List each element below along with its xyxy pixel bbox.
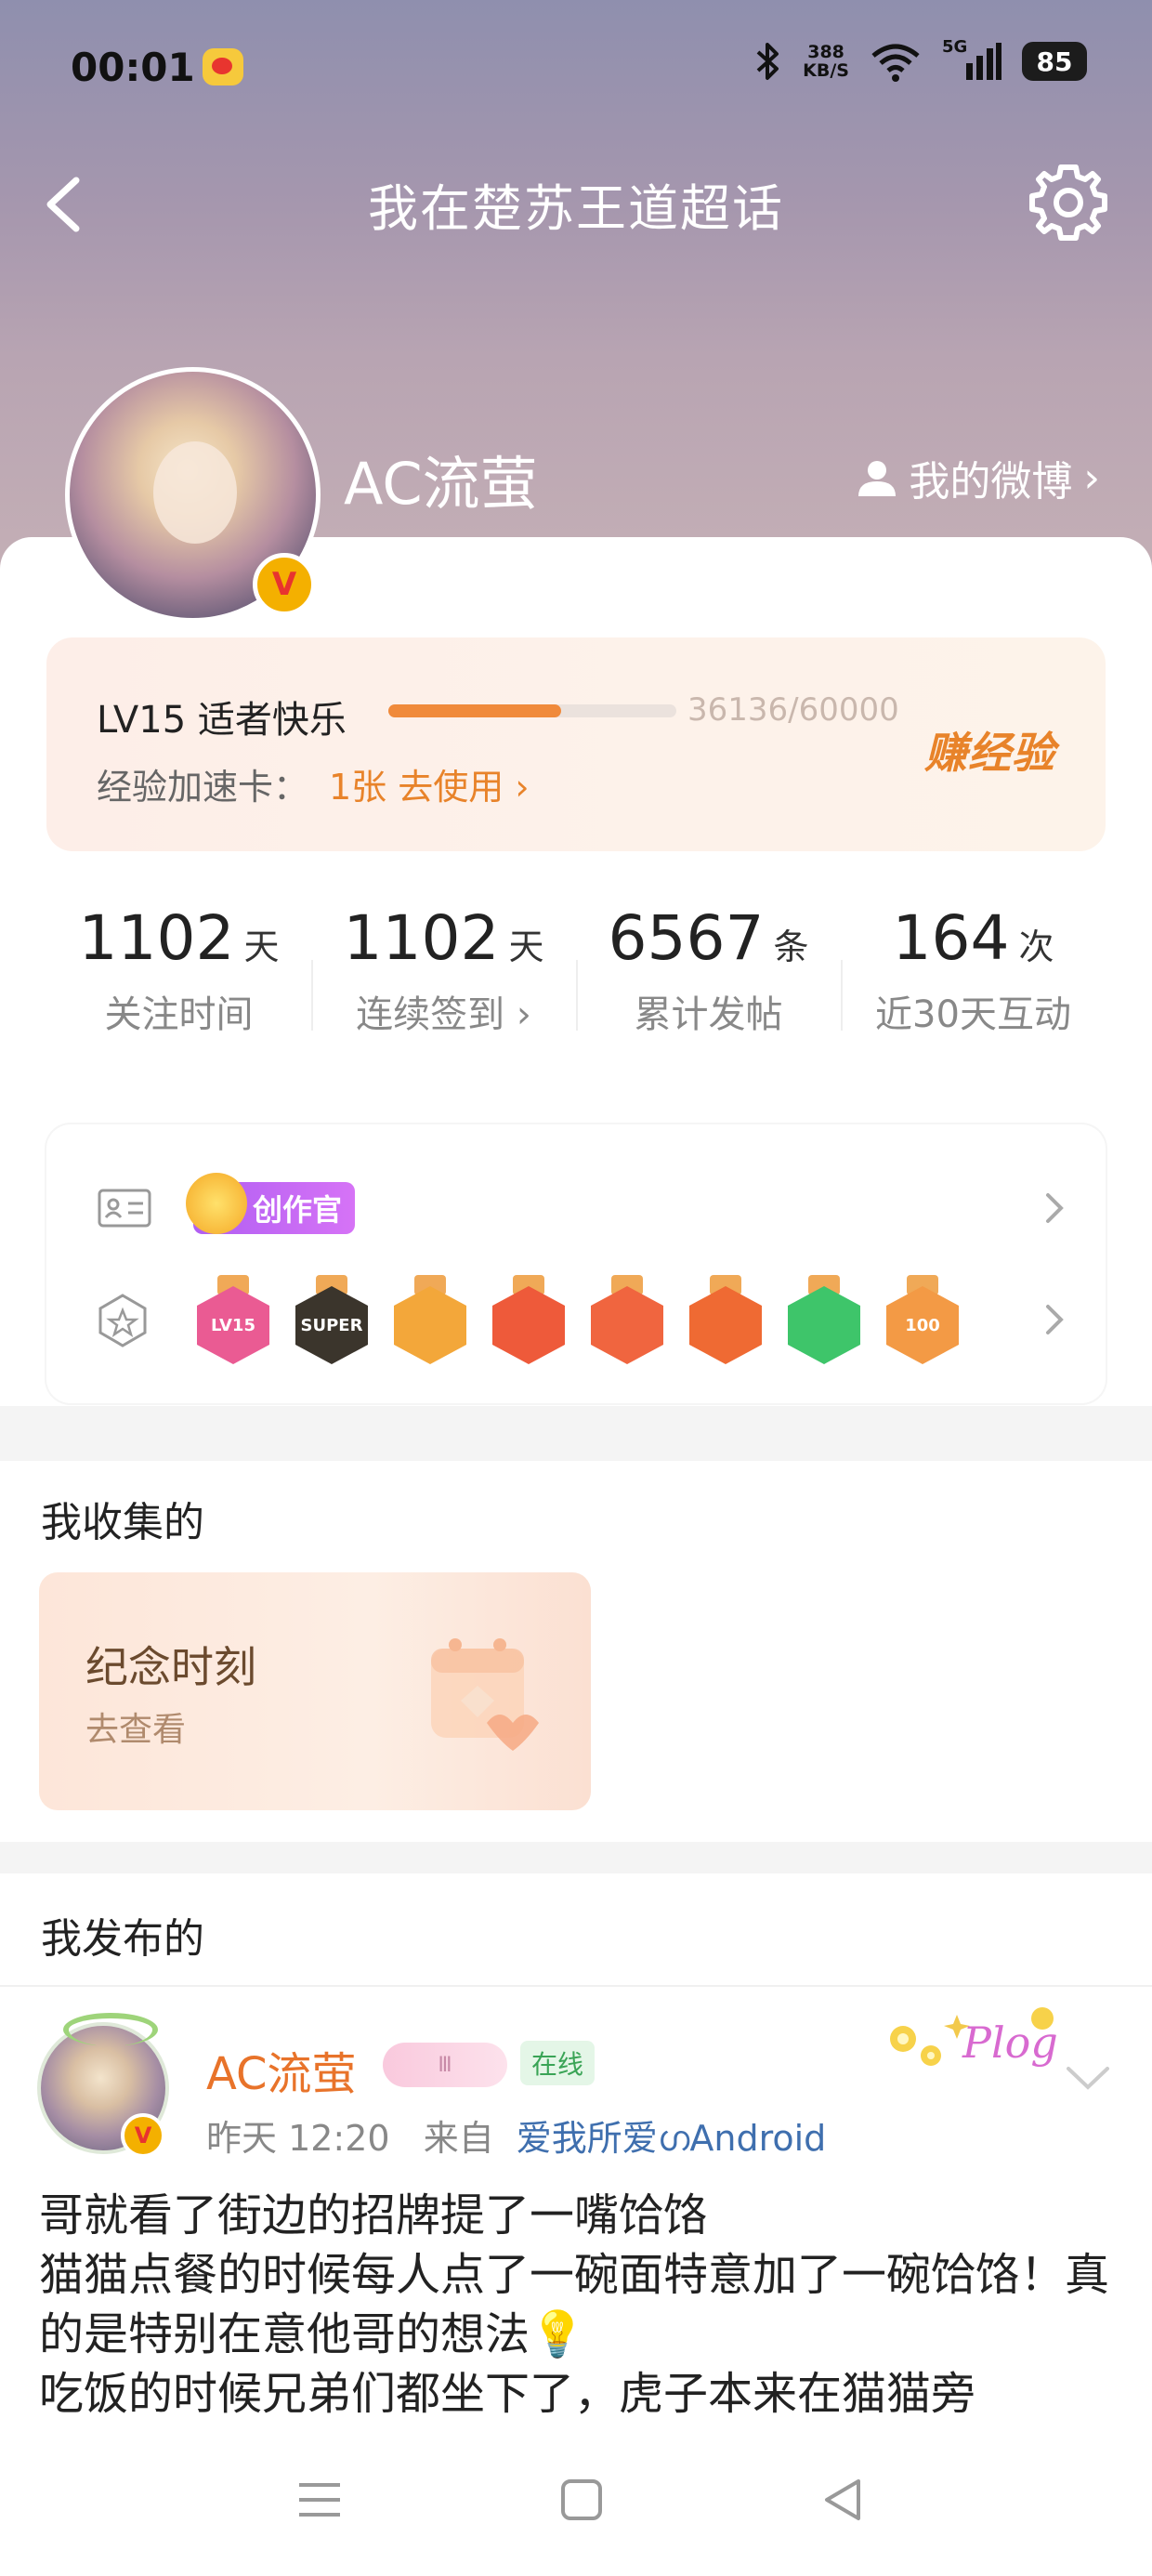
status-time: 00:01 (71, 45, 195, 90)
medal-list: LV15 SUPER 100 (197, 1275, 959, 1364)
post-time: 昨天 12:20 (206, 2118, 390, 2159)
identity-row[interactable]: 创作官 (97, 1171, 1068, 1245)
stat-value: 1102 (78, 902, 235, 974)
stat-label: 近30天互动 (875, 993, 1071, 1036)
accel-card-use-link[interactable]: 1张 去使用 › (329, 758, 530, 809)
network-speed: 388 KB/S (803, 43, 849, 80)
chevron-right-icon: › (1083, 453, 1100, 502)
post-author-name[interactable]: AC流萤 (206, 2037, 357, 2102)
back-triangle-icon[interactable] (814, 2470, 873, 2530)
plog-decoration-icon: Plog (890, 2007, 1058, 2068)
chevron-right-icon (1046, 1193, 1064, 1223)
memory-card-link: 去查看 (85, 1711, 187, 1749)
id-card-icon (98, 1189, 151, 1228)
level-exp-text: 36136/60000 (687, 691, 899, 729)
stat-value: 6567 (608, 902, 765, 974)
medals-row[interactable]: LV15 SUPER 100 (97, 1264, 1068, 1375)
post-source-link[interactable]: 爱我所爱ഗAndroid (517, 2118, 827, 2159)
system-nav-bar (0, 2424, 1152, 2576)
menu-icon[interactable] (290, 2470, 349, 2530)
stat-value: 164 (892, 902, 1010, 974)
stat-label: 关注时间 (104, 993, 254, 1036)
memory-moment-card[interactable]: 纪念时刻 去查看 (39, 1572, 591, 1810)
chevron-right-icon (1046, 1305, 1064, 1334)
level-progress-fill (388, 704, 561, 717)
cellular-signal-icon: 5G (942, 37, 1001, 82)
online-status-tag: 在线 (520, 2041, 596, 2085)
published-title: 我发布的 (41, 1915, 204, 1963)
stat-unit: 次 (1018, 927, 1054, 967)
medal-super: SUPER (295, 1275, 368, 1364)
collected-title: 我收集的 (41, 1499, 204, 1546)
medal-rabbit (492, 1275, 565, 1364)
stat-checkin-days[interactable]: 1102 天 连续签到 › (311, 887, 576, 1073)
verified-badge: V (253, 553, 316, 616)
collected-section: 我收集的 纪念时刻 去查看 (0, 1461, 1152, 1842)
weibo-notification-icon (203, 48, 243, 85)
bluetooth-icon (756, 43, 779, 80)
stats-row: 1102 天 关注时间 1102 天 连续签到 › 6567 条 累计发帖 164 次 … (46, 887, 1106, 1073)
status-indicators: 388 KB/S 5G 85 (754, 37, 1087, 82)
network-speed-value: 388 (807, 42, 844, 62)
earn-exp-button[interactable]: 赚经验 (924, 719, 1055, 781)
level-title: LV15 适者快乐 (97, 699, 347, 742)
stat-label: 累计发帖 (634, 993, 783, 1036)
post-from-label: 来自 (423, 2118, 494, 2159)
stat-value: 1102 (343, 902, 500, 974)
my-weibo-label: 我的微博 (909, 458, 1073, 506)
post-verified-badge: V (121, 2113, 165, 2158)
medal-fox (689, 1275, 762, 1364)
wifi-icon (871, 44, 920, 82)
settings-gear-icon[interactable] (1026, 160, 1111, 245)
my-weibo-link[interactable]: 我的微博 › (857, 448, 1100, 507)
badges-panel: 创作官 LV15 SUPER 100 (46, 1124, 1106, 1403)
medal-100-days: 100 (886, 1275, 959, 1364)
level-progress-bar (388, 704, 676, 717)
chevron-down-icon[interactable] (1063, 2059, 1113, 2096)
memory-card-title: 纪念时刻 (85, 1642, 256, 1692)
medal-cat (591, 1275, 663, 1364)
medal-crown (394, 1275, 466, 1364)
fan-level-badge: Ⅲ (383, 2043, 507, 2087)
medal-lv15: LV15 (197, 1275, 269, 1364)
status-bar: 00:01 388 KB/S 5G 85 (0, 0, 1152, 130)
stat-total-posts: 6567 条 累计发帖 (576, 887, 841, 1073)
stat-unit: 条 (773, 927, 809, 967)
username: AC流萤 (344, 450, 538, 518)
level-panel: LV15 适者快乐 36136/60000 赚经验 经验加速卡： 1张 去使用 … (46, 637, 1106, 851)
creator-tag: 创作官 (185, 1173, 356, 1234)
divider (0, 1985, 1152, 1987)
battery-indicator: 85 (1022, 42, 1087, 81)
stat-unit: 天 (508, 927, 544, 967)
post-body-text[interactable]: 哥就看了街边的招牌提了一嘴饸饹 猫猫点餐的时候每人点了一碗面特意加了一碗饸饹！真的… (39, 2186, 1117, 2455)
user-avatar[interactable]: V (65, 367, 321, 623)
calendar-heart-icon (431, 1638, 539, 1751)
stat-follow-days: 1102 天 关注时间 (46, 887, 311, 1073)
page-title: 我在楚苏王道超话 (368, 179, 784, 238)
person-icon (858, 461, 897, 496)
stat-unit: 天 (243, 927, 280, 967)
accel-card-label: 经验加速卡： (97, 767, 309, 808)
medal-hand (788, 1275, 860, 1364)
home-square-icon[interactable] (552, 2470, 611, 2530)
medal-icon (98, 1294, 147, 1347)
stat-label: 连续签到 › (356, 993, 531, 1036)
stat-interactions: 164 次 近30天互动 (841, 887, 1106, 1073)
post-meta: 昨天 12:20 来自 爱我所爱ഗAndroid (206, 2109, 826, 2161)
network-speed-unit: KB/S (803, 60, 849, 81)
